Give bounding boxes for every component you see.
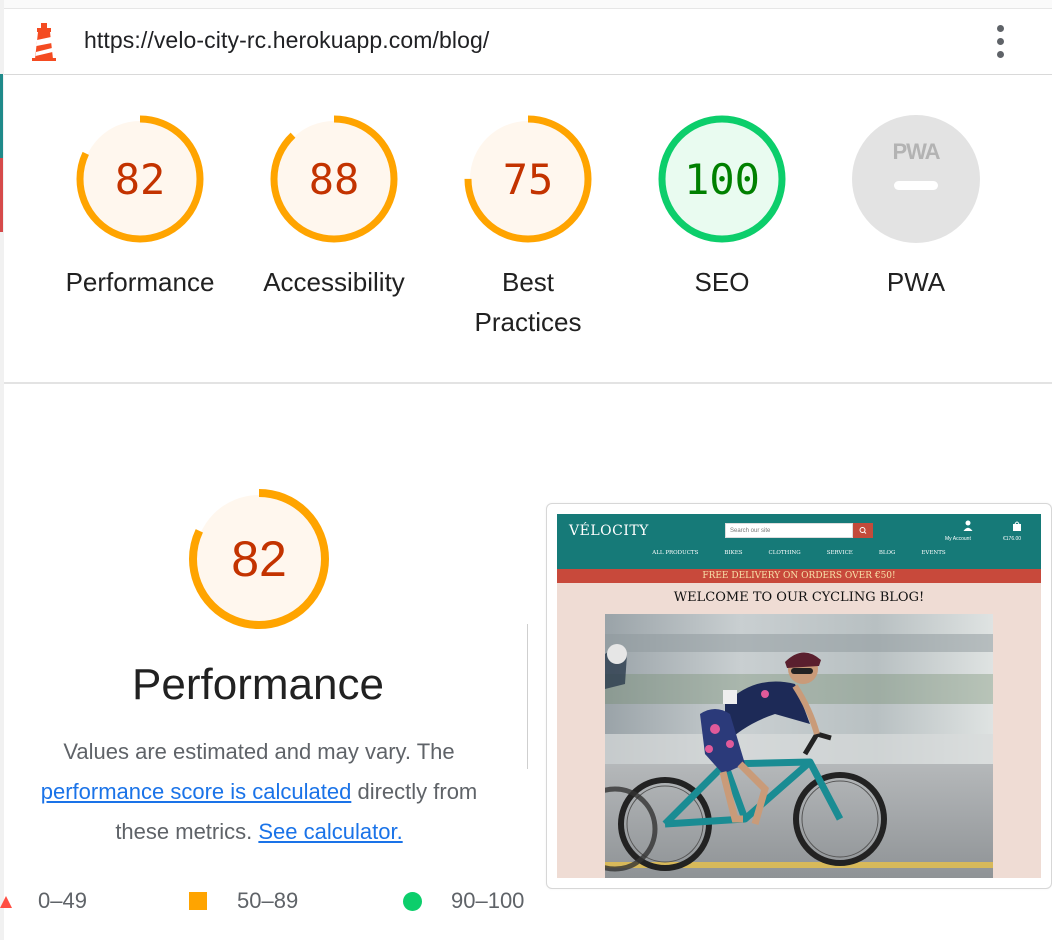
description-line: these metrics. See calculator. <box>14 812 504 852</box>
gauge-score: 100 <box>684 154 760 204</box>
score-calculated-link[interactable]: performance score is calculated <box>41 779 352 804</box>
site-nav-item: CLOTHING <box>768 550 801 556</box>
gauge-score: 82 <box>114 154 166 204</box>
site-nav-item: BIKES <box>724 550 743 556</box>
final-screenshot[interactable]: VÉLOCITY Search our site My Account €176… <box>557 514 1041 878</box>
legend-pass: 90–100 <box>403 886 524 916</box>
gauge-label-accessibility: Accessibility <box>263 267 405 297</box>
gauge-seo[interactable]: 100 <box>656 113 788 245</box>
site-account-label: My Account <box>945 536 971 542</box>
site-logo: VÉLOCITY <box>569 523 649 539</box>
legend-average-label: 50–89 <box>237 888 299 913</box>
report-url: https://velo-city-rc.herokuapp.com/blog/ <box>84 27 490 53</box>
site-nav-item: ALL PRODUCTS <box>652 550 699 556</box>
gauge-best-practices[interactable]: 75 <box>462 113 594 245</box>
column-divider <box>527 624 528 769</box>
performance-title: Performance <box>132 660 384 709</box>
legend-fail: 0–49 <box>0 886 87 916</box>
site-nav-item: SERVICE <box>826 550 853 556</box>
gauge-score: 82 <box>231 531 287 587</box>
site-nav: ALL PRODUCTS BIKES CLOTHING SERVICE BLOG… <box>557 550 1041 562</box>
gauge-performance[interactable]: 82 <box>74 113 206 245</box>
description-text: directly from <box>357 779 478 804</box>
legend-fail-label: 0–49 <box>38 888 87 913</box>
lighthouse-icon <box>28 22 60 62</box>
gauge-label-pwa: PWA <box>886 267 946 297</box>
window-edge-accent <box>0 74 3 158</box>
description-line: performance score is calculated directly… <box>14 772 504 812</box>
gauge-label-performance: Performance <box>65 267 215 297</box>
kebab-menu-icon[interactable] <box>990 22 1014 62</box>
gauge-label-seo: SEO <box>694 267 750 297</box>
pwa-badge-icon <box>852 115 980 243</box>
gauge-label-best-practices: Best Practices <box>428 262 628 342</box>
gauge-label-line: Best <box>501 267 555 297</box>
square-icon <box>189 892 207 910</box>
legend-pass-label: 90–100 <box>451 888 525 913</box>
description-line: Values are estimated and may vary. The <box>63 739 455 764</box>
see-calculator-link[interactable]: See calculator. <box>258 819 402 844</box>
user-icon <box>963 519 973 531</box>
gauge-score: 88 <box>308 154 360 204</box>
site-bag-total: €176.00 <box>1003 536 1022 542</box>
pwa-badge-text: PWA <box>892 139 940 164</box>
search-icon <box>853 523 873 538</box>
gauge-performance-large: 82 <box>187 487 331 631</box>
window-edge-accent-red <box>0 158 3 232</box>
site-nav-item: EVENTS <box>921 550 946 556</box>
site-blog-title: WELCOME TO OUR CYCLING BLOG! <box>673 590 925 605</box>
gauge-label-line: Practices <box>474 307 582 337</box>
section-divider <box>4 382 1052 384</box>
legend-average: 50–89 <box>189 886 298 916</box>
site-search-input: Search our site <box>725 523 853 538</box>
description-text: these metrics. <box>115 819 253 844</box>
gauge-accessibility[interactable]: 88 <box>268 113 400 245</box>
site-nav-item: BLOG <box>878 550 896 556</box>
gauge-pwa[interactable]: PWA <box>850 113 982 245</box>
cyclist-photo <box>605 614 993 878</box>
shopping-bag-icon <box>1012 519 1022 531</box>
triangle-icon <box>0 896 12 908</box>
header-strip <box>4 0 1052 9</box>
performance-description: Values are estimated and may vary. The p… <box>14 732 504 852</box>
circle-icon <box>403 891 422 911</box>
gauge-score: 75 <box>502 154 554 204</box>
site-delivery-banner: FREE DELIVERY ON ORDERS OVER €50! <box>557 569 1041 583</box>
